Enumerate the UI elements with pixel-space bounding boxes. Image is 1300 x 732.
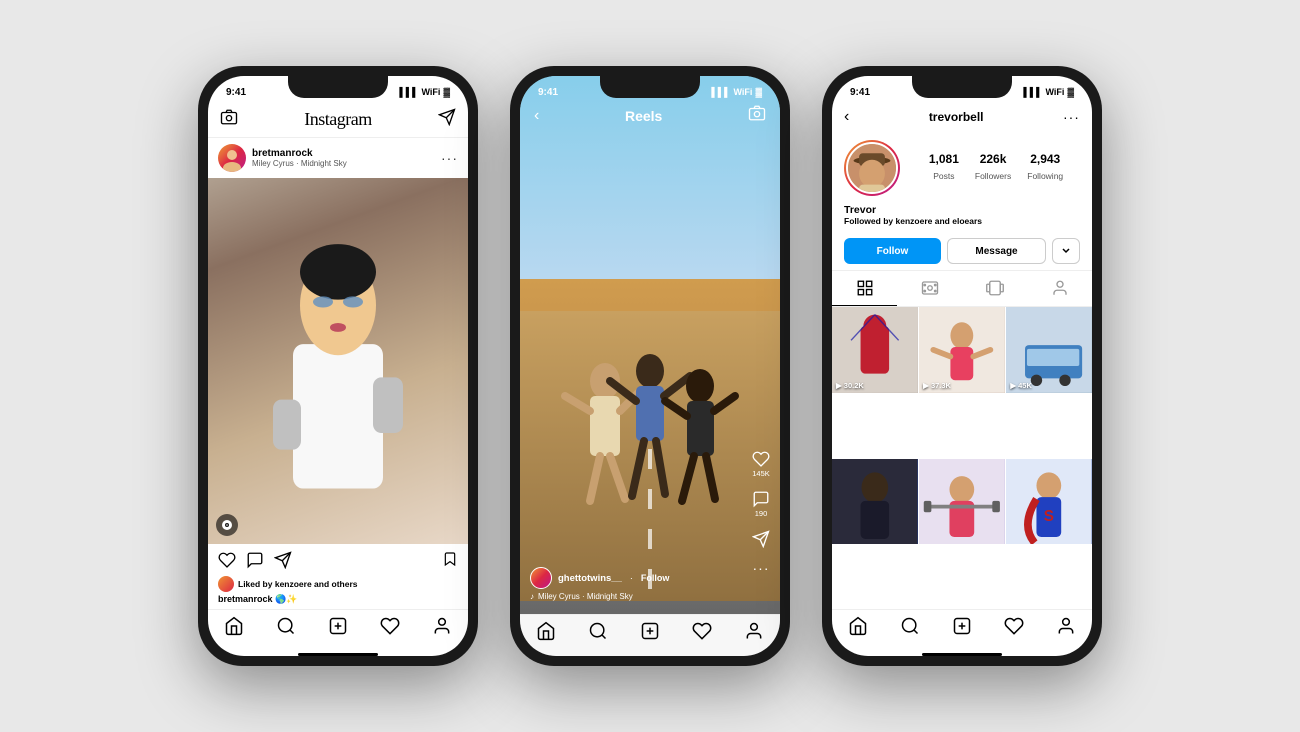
music-badge [216,514,238,536]
profile-section: 1,081 Posts 226k Followers 2,943 Followi… [832,132,1092,204]
back-button-3[interactable]: ‹ [844,108,849,126]
nav-home-2[interactable] [536,621,556,646]
nav-profile-1[interactable] [432,616,452,641]
nav-home-1[interactable] [224,616,244,641]
reel-like-button[interactable]: 145K [752,450,770,478]
post-music: Miley Cyrus · Midnight Sky [252,159,347,168]
camera-icon-2[interactable] [748,104,766,127]
grid-item-6[interactable]: S [1006,459,1092,545]
reel-more-button[interactable]: ··· [753,560,770,576]
bottom-nav-3 [832,609,1092,651]
bottom-nav-1 [208,609,468,651]
dropdown-button[interactable] [1052,238,1080,264]
grid-item-3[interactable]: ▶ 45K [1006,307,1092,393]
reel-right-actions: 145K 190 ··· [752,450,770,576]
reels-header: ‹ Reels [520,104,780,127]
profile-grid: ▶ 30.2K ▶ 37.3K [832,307,1092,609]
signal-icon-3: ▌▌▌ [1023,87,1042,97]
reel-avatar [530,567,552,589]
reel-user-info: ghettotwins__ · Follow ♪ Miley Cyrus · M… [530,567,669,601]
notch-3 [912,76,1012,98]
follow-button[interactable]: Follow [844,238,941,264]
wifi-icon: WiFi [422,87,441,97]
profile-header: ‹ trevorbell ··· [832,104,1092,132]
back-button-2[interactable]: ‹ [534,107,539,125]
nav-add-1[interactable] [328,616,348,641]
tab-reels[interactable] [897,271,962,306]
post-caption: bretmanrock 🌎✨ [208,594,468,609]
camera-icon[interactable] [220,108,238,131]
battery-icon-2: ▓ [755,87,762,97]
svg-text:S: S [1044,508,1054,525]
post-more-button[interactable]: ··· [441,150,458,166]
message-button[interactable]: Message [947,238,1046,264]
nav-search-1[interactable] [276,616,296,641]
feed-header: Instagram [208,104,468,138]
nav-heart-1[interactable] [380,616,400,641]
save-button[interactable] [442,550,458,573]
notch-1 [288,76,388,98]
phone-2-reels: 9:41 ▌▌▌ WiFi ▓ ‹ Reels [510,66,790,666]
post-avatar [218,144,246,172]
tab-grid[interactable] [832,271,897,306]
nav-search-2[interactable] [588,621,608,646]
tab-igtv[interactable] [962,271,1027,306]
reel-music: ♪ Miley Cyrus · Midnight Sky [530,592,669,601]
reel-comment-button[interactable]: 190 [752,490,770,518]
reel-share-button[interactable] [752,530,770,548]
status-bar-2: 9:41 ▌▌▌ WiFi ▓ [520,76,780,104]
profile-avatar[interactable] [846,142,898,194]
wifi-icon-2: WiFi [734,87,753,97]
phone-1-feed: 9:41 ▌▌▌ WiFi ▓ Instagram [198,66,478,666]
like-button[interactable] [218,551,236,573]
home-indicator-1 [298,653,378,656]
post-image [208,178,468,544]
post-header: bretmanrock Miley Cyrus · Midnight Sky ·… [208,138,468,178]
signal-icon: ▌▌▌ [399,87,418,97]
share-button[interactable] [274,551,292,573]
nav-profile-2[interactable] [744,621,764,646]
comment-button[interactable] [246,551,264,573]
stat-following[interactable]: 2,943 Following [1027,152,1063,184]
nav-add-2[interactable] [640,621,660,646]
grid-item-4[interactable] [832,459,918,545]
profile-avatar-ring [844,140,900,196]
grid-item-1[interactable]: ▶ 30.2K [832,307,918,393]
grid-item-5[interactable] [919,459,1005,545]
stat-posts: 1,081 Posts [929,152,959,184]
nav-add-3[interactable] [952,616,972,641]
liked-by: Liked by kenzoere and others [208,576,468,594]
instagram-logo: Instagram [304,109,371,130]
direct-icon[interactable] [438,108,456,131]
nav-home-3[interactable] [848,616,868,641]
profile-action-buttons: Follow Message [832,232,1092,270]
grid-item-2[interactable]: ▶ 37.3K [919,307,1005,393]
profile-more-button[interactable]: ··· [1063,109,1080,125]
post-username: bretmanrock [252,148,347,159]
wifi-icon-3: WiFi [1046,87,1065,97]
post-user-info[interactable]: bretmanrock Miley Cyrus · Midnight Sky [218,144,347,172]
followed-by-text: Followed by kenzoere and eloears [844,216,1080,226]
profile-stats: 1,081 Posts 226k Followers 2,943 Followi… [912,152,1080,184]
tab-tagged[interactable] [1027,271,1092,306]
grid-views-3: ▶ 45K [1010,381,1032,390]
nav-heart-3[interactable] [1004,616,1024,641]
nav-profile-3[interactable] [1056,616,1076,641]
nav-heart-2[interactable] [692,621,712,646]
status-icons-1: ▌▌▌ WiFi ▓ [399,87,450,97]
battery-icon: ▓ [443,87,450,97]
post-actions [208,544,468,576]
stat-followers[interactable]: 226k Followers [975,152,1011,184]
nav-search-3[interactable] [900,616,920,641]
profile-tabs [832,270,1092,307]
profile-bio: Trevor Followed by kenzoere and eloears [832,204,1092,232]
battery-icon-3: ▓ [1067,87,1074,97]
grid-views-1: ▶ 30.2K [836,381,864,390]
status-time-1: 9:41 [226,87,246,98]
grid-views-2: ▶ 37.3K [923,381,951,390]
home-indicator-3 [922,653,1002,656]
signal-icon-2: ▌▌▌ [711,87,730,97]
bottom-nav-2 [520,614,780,656]
phone-3-profile: 9:41 ▌▌▌ WiFi ▓ ‹ trevorbell ··· [822,66,1102,666]
